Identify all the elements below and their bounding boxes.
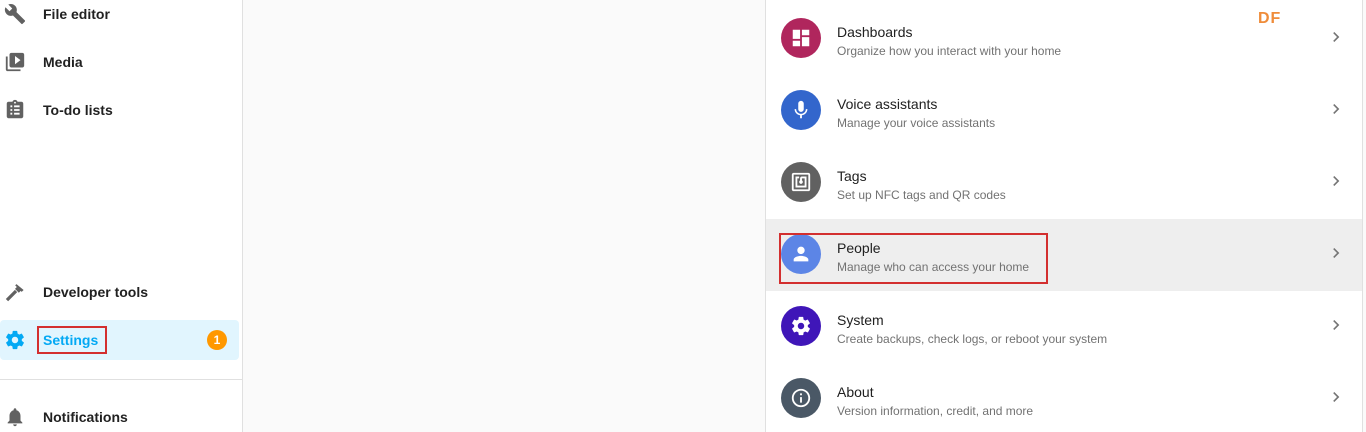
watermark-text: DF (1258, 10, 1282, 27)
notification-badge: 1 (207, 330, 227, 350)
clipboard-list-icon (4, 99, 26, 121)
chevron-right-icon (1326, 315, 1346, 335)
sidebar-item-label: Notifications (43, 409, 128, 425)
hammer-icon (4, 281, 26, 303)
content-background (243, 0, 765, 432)
sidebar-item-label: Developer tools (43, 284, 149, 300)
dashboard-icon (781, 18, 821, 58)
sidebar-divider (0, 379, 243, 380)
row-title: About (837, 384, 874, 400)
row-description: Manage who can access your home (837, 260, 1030, 274)
settings-list: Dashboards Organize how you interact wit… (765, 0, 1363, 432)
media-play-icon (4, 51, 26, 73)
row-title: Voice assistants (837, 96, 938, 112)
row-description: Create backups, check logs, or reboot yo… (837, 332, 1108, 346)
settings-row-voice-assistants[interactable]: Voice assistants Manage your voice assis… (766, 75, 1362, 147)
row-description: Organize how you interact with your home (837, 44, 1062, 58)
bell-icon (4, 406, 26, 428)
row-description: Version information, credit, and more (837, 404, 1034, 418)
settings-row-system[interactable]: System Create backups, check logs, or re… (766, 291, 1362, 363)
chevron-right-icon (1326, 387, 1346, 407)
sidebar-item-label: Settings (43, 332, 99, 348)
row-title: Dashboards (837, 24, 913, 40)
chevron-right-icon (1326, 243, 1346, 263)
settings-row-about[interactable]: About Version information, credit, and m… (766, 363, 1362, 432)
sidebar: File editor Media To-do lists Developer … (0, 0, 243, 432)
sidebar-item-label: File editor (43, 6, 110, 22)
row-description: Set up NFC tags and QR codes (837, 188, 1006, 202)
sidebar-item-developer-tools[interactable]: Developer tools (0, 272, 239, 312)
wrench-icon (4, 3, 26, 25)
sidebar-item-todo-lists[interactable]: To-do lists (0, 90, 239, 130)
chevron-right-icon (1326, 27, 1346, 47)
sidebar-item-file-editor[interactable]: File editor (0, 0, 239, 34)
settings-row-people[interactable]: People Manage who can access your home (766, 219, 1362, 291)
person-icon (781, 234, 821, 274)
info-icon (781, 378, 821, 418)
sidebar-item-label: To-do lists (43, 102, 113, 118)
settings-row-tags[interactable]: Tags Set up NFC tags and QR codes (766, 147, 1362, 219)
row-title: People (837, 240, 881, 256)
microphone-icon (781, 90, 821, 130)
nfc-tag-icon (781, 162, 821, 202)
row-title: Tags (837, 168, 867, 184)
row-title: System (837, 312, 884, 328)
sidebar-item-media[interactable]: Media (0, 42, 239, 82)
sidebar-item-settings[interactable]: Settings 1 (0, 320, 239, 360)
chevron-right-icon (1326, 171, 1346, 191)
row-description: Manage your voice assistants (837, 116, 996, 130)
sidebar-item-notifications[interactable]: Notifications (0, 397, 239, 432)
sidebar-item-label: Media (43, 54, 83, 70)
chevron-right-icon (1326, 99, 1346, 119)
gear-icon (781, 306, 821, 346)
gear-icon (4, 329, 26, 351)
